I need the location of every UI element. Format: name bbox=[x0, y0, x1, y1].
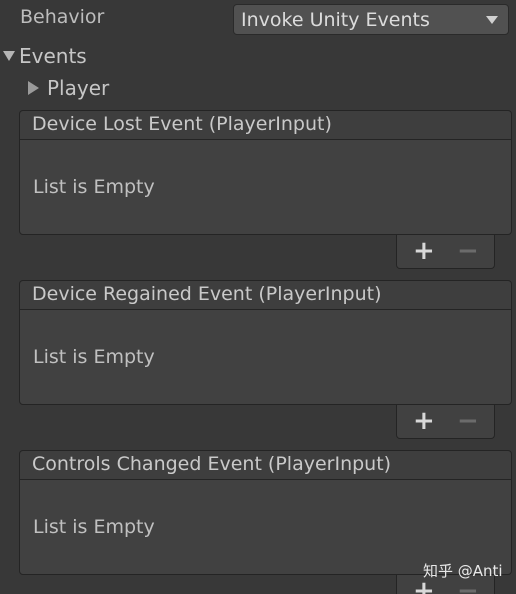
player-foldout-label: Player bbox=[47, 76, 110, 100]
device-regained-event-panel: Device Regained Event (PlayerInput) List… bbox=[19, 280, 512, 439]
controls-changed-event-panel: Controls Changed Event (PlayerInput) Lis… bbox=[19, 450, 512, 594]
remove-button[interactable]: − bbox=[457, 237, 479, 265]
event-list: List is Empty bbox=[19, 309, 512, 405]
list-empty-text: List is Empty bbox=[33, 346, 155, 368]
event-title: Device Lost Event (PlayerInput) bbox=[32, 113, 332, 135]
watermark: 知乎 @Anti bbox=[423, 562, 503, 580]
event-list: List is Empty bbox=[19, 139, 512, 235]
event-title: Controls Changed Event (PlayerInput) bbox=[32, 453, 392, 475]
behavior-dropdown[interactable]: Invoke Unity Events bbox=[233, 4, 509, 35]
foldout-collapsed-icon bbox=[28, 81, 39, 95]
event-header: Controls Changed Event (PlayerInput) bbox=[19, 450, 512, 479]
events-foldout-label: Events bbox=[19, 44, 87, 68]
event-header: Device Regained Event (PlayerInput) bbox=[19, 280, 512, 309]
behavior-dropdown-value: Invoke Unity Events bbox=[241, 9, 430, 31]
inspector-panel: Behavior Invoke Unity Events Events Play… bbox=[0, 0, 516, 594]
behavior-label: Behavior bbox=[20, 6, 105, 28]
chevron-down-icon bbox=[486, 16, 498, 24]
list-footer: + − bbox=[396, 405, 495, 439]
list-empty-text: List is Empty bbox=[33, 516, 155, 538]
add-button[interactable]: + bbox=[413, 407, 435, 435]
remove-button[interactable]: − bbox=[457, 407, 479, 435]
foldout-expanded-icon bbox=[3, 51, 15, 61]
event-header: Device Lost Event (PlayerInput) bbox=[19, 110, 512, 139]
list-empty-text: List is Empty bbox=[33, 176, 155, 198]
list-footer: + − bbox=[396, 235, 495, 269]
events-foldout[interactable]: Events bbox=[3, 44, 87, 68]
add-button[interactable]: + bbox=[413, 237, 435, 265]
event-title: Device Regained Event (PlayerInput) bbox=[32, 283, 382, 305]
device-lost-event-panel: Device Lost Event (PlayerInput) List is … bbox=[19, 110, 512, 269]
player-foldout[interactable]: Player bbox=[28, 76, 109, 100]
